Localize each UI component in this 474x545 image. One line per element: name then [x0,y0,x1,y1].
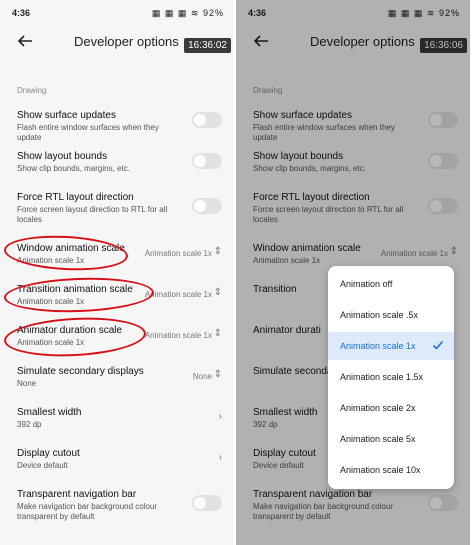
toggle-switch[interactable] [192,495,222,511]
chevron-right-icon: › [218,411,222,422]
row-title: Window animation scale [17,243,125,254]
chevron-right-icon: › [218,452,222,463]
row-title: Smallest width [17,407,82,418]
dropdown-option[interactable]: Animation scale 1.5x [328,363,454,391]
section-drawing-label: Drawing [17,86,47,95]
row-subtitle: Flash entire window surfaces when they u… [17,123,159,142]
row-title: Simulate secondary displays [17,366,144,377]
chevron-updown-icon: ⇕ [213,246,222,257]
left-screenshot: 4:36 ▦ ▦ ▦ ≋ 92% Developer options 16:36… [0,0,234,545]
row-title: Show layout bounds [17,151,108,162]
row-title: Transition animation scale [17,284,133,295]
right-screenshot: 4:36 ▦ ▦ ▦ ≋ 92% Developer options 16:36… [236,0,470,545]
toggle-switch[interactable] [192,112,222,128]
status-icons: ▦ ▦ ▦ ≋ 92% [151,8,224,18]
annotation-circle [3,275,155,315]
row-value: Animation scale 1x [144,249,212,258]
app-header: Developer options 16:36:02 [0,28,234,58]
row-subtitle: None [17,379,37,388]
row-subtitle: Make navigation bar background colour tr… [17,502,158,521]
dropdown-option[interactable]: Animation scale 10x [328,456,454,484]
dropdown-option[interactable]: Animation off [328,270,454,298]
dropdown-option[interactable]: Animation scale .5x [328,301,454,329]
row-title: Show surface updates [17,110,116,121]
row-title: Force RTL layout direction [17,192,134,203]
annotation-circle [3,314,147,360]
row-value: Animation scale 1x [144,290,212,299]
dropdown-option[interactable]: Animation scale 2x [328,394,454,422]
toggle-switch[interactable] [192,198,222,214]
row-title: Animator duration scale [17,325,123,336]
row-subtitle: Device default [17,461,68,470]
check-icon [432,340,444,350]
row-title: Display cutout [17,448,80,459]
status-bar: 4:36 ▦ ▦ ▦ ≋ 92% [0,0,234,24]
row-value: Animation scale 1x [144,331,212,340]
row-subtitle: Force screen layout direction to RTL for… [17,205,168,224]
row-subtitle: Show clip bounds, margins, etc. [17,164,130,173]
status-time: 4:36 [12,8,31,18]
row-title: Transparent navigation bar [17,489,137,500]
toggle-switch[interactable] [192,153,222,169]
timestamp-badge: 16:36:02 [184,38,231,53]
dropdown-option[interactable]: Animation scale 5x [328,425,454,453]
animation-scale-dropdown[interactable]: Animation off Animation scale .5x Animat… [328,266,454,489]
back-arrow-icon[interactable] [16,32,34,50]
chevron-updown-icon: ⇕ [213,287,222,298]
chevron-updown-icon: ⇕ [213,369,222,380]
row-subtitle: 392 dp [17,420,42,429]
dropdown-option-selected[interactable]: Animation scale 1x [328,332,454,360]
page-title: Developer options [74,34,179,49]
row-value: None [192,372,212,381]
chevron-updown-icon: ⇕ [213,328,222,339]
